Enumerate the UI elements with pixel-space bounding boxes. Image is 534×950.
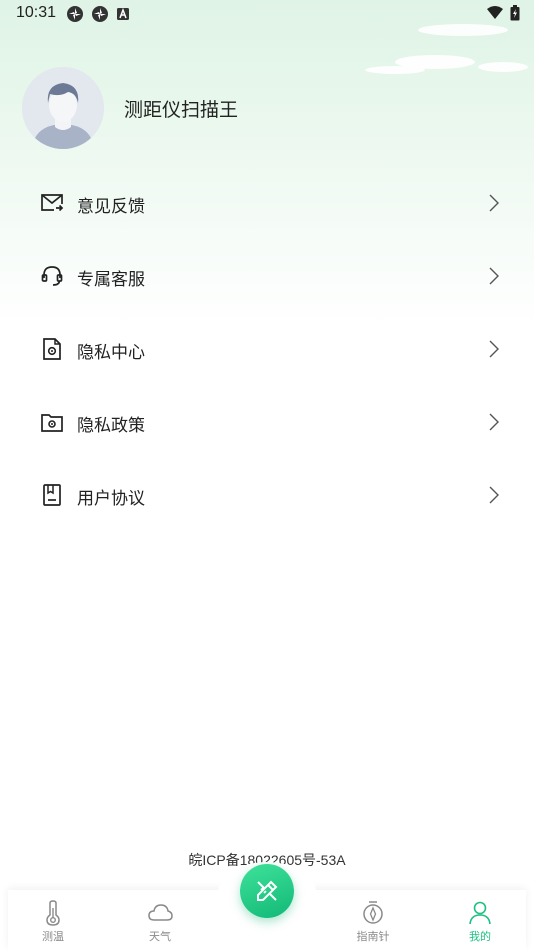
headset-icon — [41, 266, 63, 286]
cloud-decoration — [478, 62, 528, 72]
tab-label: 测温 — [42, 930, 64, 943]
username: 测距仪扫描王 — [124, 98, 239, 121]
ruler-pencil-icon — [257, 880, 278, 901]
menu-item-privacy-center[interactable]: 隐私中心 — [0, 313, 534, 386]
chevron-right-icon — [489, 413, 499, 431]
status-time: 10:31 — [16, 4, 57, 21]
profile-header[interactable]: 测距仪扫描王 — [22, 67, 238, 149]
menu-item-feedback[interactable]: 意见反馈 — [0, 167, 534, 240]
app-notification-icon — [92, 6, 108, 22]
menu-item-label: 用户协议 — [77, 489, 145, 509]
tab-temperature[interactable]: 测温 — [13, 890, 93, 950]
settings-menu: 意见反馈 专属客服 隐私中心 隐私政策 用户协议 — [0, 167, 534, 532]
keyboard-a-icon — [117, 7, 129, 20]
measure-fab-button[interactable] — [240, 864, 294, 918]
chevron-right-icon — [489, 194, 499, 212]
menu-item-label: 意见反馈 — [77, 197, 145, 217]
chevron-right-icon — [489, 486, 499, 504]
user-icon — [469, 901, 491, 925]
cloud-icon — [148, 904, 173, 921]
menu-item-privacy-policy[interactable]: 隐私政策 — [0, 386, 534, 459]
thermometer-icon — [46, 900, 60, 926]
wifi-icon — [487, 6, 503, 19]
default-avatar-icon — [22, 67, 104, 149]
status-bar: 10:31 — [0, 0, 534, 28]
tab-weather[interactable]: 天气 — [120, 890, 200, 950]
chevron-right-icon — [489, 267, 499, 285]
status-icons — [66, 5, 130, 23]
tab-compass[interactable]: 指南针 — [333, 890, 413, 950]
privacy-folder-icon — [41, 414, 63, 432]
feedback-mail-icon — [41, 194, 64, 212]
cloud-decoration — [365, 66, 425, 74]
menu-item-user-agreement[interactable]: 用户协议 — [0, 459, 534, 532]
tab-label: 指南针 — [356, 930, 390, 943]
battery-icon — [510, 5, 520, 21]
agreement-book-icon — [43, 484, 61, 506]
menu-item-customer-service[interactable]: 专属客服 — [0, 240, 534, 313]
status-right-icons — [486, 5, 520, 21]
tab-label: 我的 — [469, 930, 491, 943]
menu-item-label: 隐私政策 — [77, 416, 145, 436]
menu-item-label: 隐私中心 — [77, 343, 145, 363]
tab-mine[interactable]: 我的 — [440, 890, 520, 950]
app-notification-icon — [67, 6, 83, 22]
chevron-right-icon — [489, 340, 499, 358]
compass-icon — [363, 901, 383, 924]
avatar[interactable] — [22, 67, 104, 149]
privacy-doc-icon — [43, 338, 61, 360]
tab-label: 天气 — [149, 930, 171, 943]
menu-item-label: 专属客服 — [77, 270, 145, 290]
